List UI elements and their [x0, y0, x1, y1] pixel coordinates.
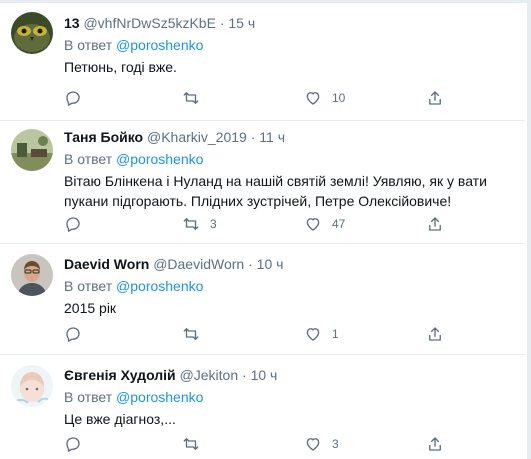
like-icon [306, 218, 320, 231]
tweet-header: 13 @vhfNrDwSz5kzKbE · 15 ч [64, 13, 517, 33]
user-handle[interactable]: @Jekiton [180, 367, 239, 383]
share-icon [429, 217, 441, 231]
reply-to-link[interactable]: @poroshenko [116, 278, 203, 294]
tweet-actions: 1 [64, 323, 454, 345]
like-icon [306, 328, 320, 341]
tweet[interactable]: Daevid Worn @DaevidWorn · 10 ч В ответ @… [0, 244, 525, 355]
reply-button[interactable] [64, 433, 82, 455]
reply-icon [66, 327, 80, 342]
reply-prefix: В ответ [64, 37, 113, 53]
retweet-button[interactable] [182, 433, 210, 455]
timestamp[interactable]: 10 ч [251, 367, 278, 383]
reply-prefix: В ответ [64, 151, 113, 167]
reply-context: В ответ @poroshenko [64, 149, 517, 169]
reply-icon [66, 217, 80, 232]
user-handle[interactable]: @vhfNrDwSz5kzKbE [83, 15, 215, 31]
tweet[interactable]: Таня Бойко @Kharkiv_2019 · 11 ч В ответ … [0, 121, 525, 244]
tweet-header: Daevid Worn @DaevidWorn · 10 ч [64, 254, 517, 274]
share-button[interactable] [426, 433, 444, 455]
reply-prefix: В ответ [64, 389, 113, 405]
avatar[interactable] [11, 254, 53, 296]
tweet[interactable]: 13 @vhfNrDwSz5kzKbE · 15 ч В ответ @poro… [0, 3, 525, 121]
like-button[interactable]: 3 [304, 433, 339, 455]
reply-context: В ответ @poroshenko [64, 387, 517, 407]
like-icon [306, 438, 320, 451]
reply-context: В ответ @poroshenko [64, 35, 517, 55]
avatar[interactable] [11, 365, 53, 407]
separator-dot: · [242, 367, 247, 383]
retweet-icon [183, 218, 199, 230]
like-count: 1 [332, 327, 339, 341]
like-count: 47 [332, 217, 346, 231]
timestamp[interactable]: 10 ч [257, 256, 284, 272]
tweet[interactable]: Євгенія Худолій @Jekiton · 10 ч В ответ … [0, 355, 525, 459]
share-button[interactable] [426, 87, 444, 109]
share-icon [429, 437, 441, 451]
reply-button[interactable] [64, 213, 82, 235]
retweet-icon [183, 438, 199, 450]
landscape-avatar-icon [11, 129, 53, 171]
retweet-count: 3 [210, 217, 217, 231]
timestamp[interactable]: 11 ч [259, 129, 285, 145]
like-button[interactable]: 10 [304, 87, 345, 109]
retweet-icon [183, 328, 199, 340]
reply-button[interactable] [64, 87, 82, 109]
like-count: 3 [332, 437, 339, 451]
reply-context: В ответ @poroshenko [64, 276, 517, 296]
tweet-text: 2015 рік [64, 300, 117, 316]
timestamp[interactable]: 15 ч [228, 15, 255, 31]
retweet-button[interactable]: 3 [182, 213, 217, 235]
display-name[interactable]: 13 [64, 15, 80, 31]
illustration-avatar-icon [11, 365, 53, 407]
user-handle[interactable]: @DaevidWorn [153, 256, 244, 272]
tweet-actions: 3 [64, 433, 454, 455]
like-icon [306, 92, 320, 105]
reply-button[interactable] [64, 323, 82, 345]
tweet-actions: 3 47 [64, 213, 454, 235]
man-photo-avatar-icon [11, 254, 53, 296]
display-name[interactable]: Таня Бойко [64, 129, 143, 145]
reply-icon [66, 91, 80, 106]
reply-to-link[interactable]: @poroshenko [116, 37, 203, 53]
separator-dot: · [219, 15, 225, 31]
like-count: 10 [332, 91, 346, 105]
user-handle[interactable]: @Kharkiv_2019 [147, 129, 247, 145]
like-button[interactable]: 47 [304, 213, 345, 235]
share-icon [429, 327, 441, 341]
scrollbar-track[interactable] [527, 0, 531, 459]
tweet-header: Євгенія Худолій @Jekiton · 10 ч [64, 365, 517, 385]
display-name[interactable]: Євгенія Худолій [64, 367, 176, 383]
avatar[interactable] [11, 12, 53, 54]
tweet-actions: 10 [64, 87, 454, 109]
reply-to-link[interactable]: @poroshenko [116, 389, 203, 405]
tweet-text: Петюнь, годі вже. [64, 59, 177, 75]
owl-avatar-icon [11, 12, 53, 54]
share-button[interactable] [426, 323, 444, 345]
share-button[interactable] [426, 213, 444, 235]
tweet-header: Таня Бойко @Kharkiv_2019 · 11 ч [64, 127, 517, 147]
retweet-button[interactable] [182, 323, 210, 345]
display-name[interactable]: Daevid Worn [64, 256, 149, 272]
separator-dot: · [248, 256, 253, 272]
retweet-button[interactable] [182, 87, 210, 109]
avatar[interactable] [11, 129, 53, 171]
retweet-icon [183, 92, 199, 104]
tweet-text: Вітаю Блінкена і Нуланд на нашій святій … [64, 173, 487, 209]
share-icon [429, 91, 441, 105]
separator-dot: · [250, 129, 256, 145]
reply-icon [66, 437, 80, 452]
tweet-text: Це вже діагноз,... [64, 411, 176, 427]
reply-to-link[interactable]: @poroshenko [116, 151, 203, 167]
like-button[interactable]: 1 [304, 323, 339, 345]
reply-prefix: В ответ [64, 278, 113, 294]
